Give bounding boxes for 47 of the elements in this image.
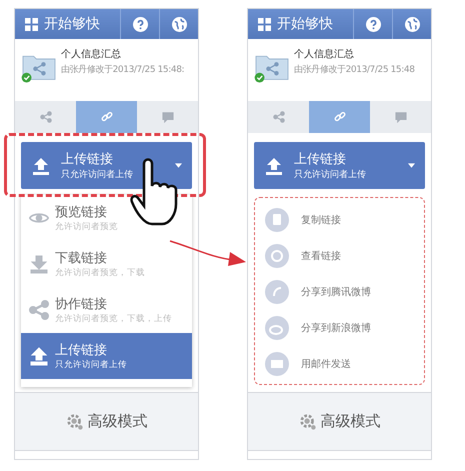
app-title: 开始够快 <box>277 15 333 33</box>
globe-icon <box>404 16 420 32</box>
help-icon <box>366 16 380 32</box>
action-icon <box>265 280 289 304</box>
file-name: 个人信息汇总 <box>61 48 122 61</box>
action-icon <box>265 352 289 376</box>
link-icon <box>334 111 346 123</box>
share-action[interactable]: 复制链接 <box>265 202 414 238</box>
help-icon <box>132 16 148 32</box>
share-action[interactable]: 分享到新浪微博 <box>265 310 414 346</box>
share-action[interactable]: 分享到腾讯微博 <box>265 274 414 310</box>
download-icon <box>29 254 49 274</box>
advanced-mode-button[interactable]: 高级模式 <box>15 392 198 451</box>
upload-icon <box>264 156 284 176</box>
menu-item[interactable]: 预览链接 允许访问者预览 <box>21 195 192 241</box>
share-icon <box>40 111 52 123</box>
link-icon <box>100 111 112 123</box>
menu-item[interactable]: 协作链接 允许访问者预览，下载，上传 <box>21 287 192 333</box>
gear-icon <box>298 412 316 430</box>
menu-item[interactable]: 下载链接 允许访问者预览，下载 <box>21 241 192 287</box>
action-icon <box>265 208 289 232</box>
advanced-mode-button[interactable]: 高级模式 <box>248 392 431 451</box>
caret-icon <box>408 163 415 168</box>
share-action[interactable]: 用邮件发送 <box>265 346 414 382</box>
share-action[interactable]: 查看链接 <box>265 238 414 274</box>
grid-icon <box>25 18 38 30</box>
action-icon <box>265 316 289 340</box>
menu-item[interactable]: 上传链接 只允许访问者上传 <box>21 333 192 379</box>
tab[interactable] <box>309 101 370 133</box>
tab[interactable] <box>76 101 137 133</box>
share-icon <box>29 300 49 320</box>
grid-icon <box>258 18 271 30</box>
comment-icon <box>394 111 406 123</box>
link-type-dropdown[interactable]: 上传链接 只允许访问者上传 <box>254 142 425 189</box>
share-icon <box>272 111 284 123</box>
file-name: 个人信息汇总 <box>294 48 355 61</box>
app-title: 开始够快 <box>44 15 100 33</box>
file-meta: 由张丹修改于2013/7/25 15:48: <box>61 64 184 76</box>
file-meta: 由张丹修改于2013/7/25 15:48 <box>294 64 415 76</box>
link-type-dropdown[interactable]: 上传链接 只允许访问者上传 <box>21 142 192 189</box>
upload-icon <box>29 346 49 366</box>
upload-icon <box>31 156 51 176</box>
caret-icon <box>175 163 182 168</box>
action-icon <box>265 244 289 268</box>
gear-icon <box>66 412 84 430</box>
globe-icon <box>172 16 186 32</box>
comment-icon <box>162 111 174 123</box>
